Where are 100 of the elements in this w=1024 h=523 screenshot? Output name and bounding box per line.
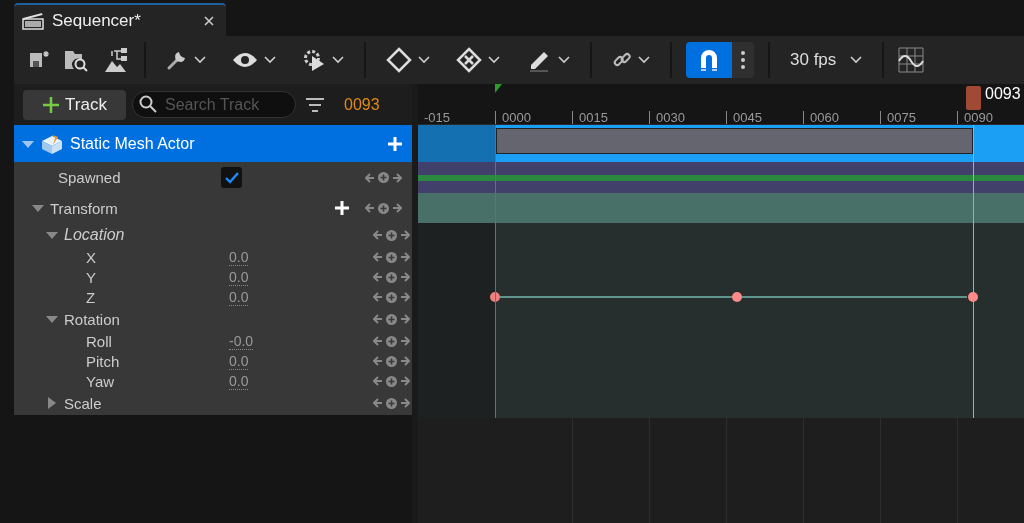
- diamond-icon: [386, 47, 412, 73]
- add-key-icon[interactable]: [386, 313, 397, 325]
- snap-toggle[interactable]: [686, 42, 732, 78]
- close-icon: [204, 15, 214, 26]
- next-key-icon[interactable]: [392, 203, 402, 213]
- add-key-icon[interactable]: [378, 202, 389, 214]
- next-key-icon[interactable]: [400, 376, 410, 386]
- add-key-icon[interactable]: [386, 355, 397, 367]
- value-field[interactable]: 0.0: [229, 372, 249, 390]
- previous-key-icon[interactable]: [373, 376, 383, 386]
- next-key-icon[interactable]: [400, 314, 410, 324]
- next-key-icon[interactable]: [400, 356, 410, 366]
- wrench-icon: [166, 49, 188, 71]
- caret-icon: [194, 56, 206, 64]
- next-key-icon[interactable]: [400, 272, 410, 282]
- previous-key-icon[interactable]: [373, 314, 383, 324]
- add-key-icon[interactable]: [386, 375, 397, 387]
- track-label: Z: [86, 288, 96, 306]
- add-key-icon[interactable]: [378, 172, 389, 183]
- add-key-icon[interactable]: [386, 229, 397, 241]
- collapse-arrow-icon[interactable]: [46, 313, 58, 325]
- folder-search-icon[interactable]: [64, 48, 90, 72]
- track-row[interactable]: Roll -0.0: [14, 331, 412, 351]
- previous-key-icon[interactable]: [373, 398, 383, 408]
- expand-arrow-icon[interactable]: [46, 397, 58, 409]
- track-row[interactable]: Transform: [14, 193, 412, 223]
- caret-icon: [558, 56, 570, 64]
- track-label: Scale: [64, 394, 102, 412]
- track-row[interactable]: Pitch 0.0: [14, 351, 412, 371]
- add-track-button[interactable]: Track: [23, 89, 126, 120]
- track-row[interactable]: Spawned: [14, 162, 412, 193]
- next-key-icon[interactable]: [400, 230, 410, 240]
- track-label: Yaw: [86, 372, 115, 390]
- previous-key-icon[interactable]: [373, 292, 383, 302]
- search-field[interactable]: Search Track: [132, 91, 296, 118]
- caret-icon: [332, 56, 344, 64]
- track-row[interactable]: Rotation: [14, 307, 412, 331]
- gear-play-icon: [302, 48, 326, 72]
- sequencer-tab[interactable]: Sequencer*: [14, 3, 226, 36]
- ruler-label: 0060: [803, 111, 839, 124]
- add-icon[interactable]: [335, 201, 349, 215]
- next-key-icon[interactable]: [400, 252, 410, 262]
- previous-key-icon[interactable]: [373, 272, 383, 282]
- section-bar[interactable]: [496, 128, 973, 154]
- track-label: Static Mesh Actor: [70, 134, 195, 153]
- value-field[interactable]: 0.0: [229, 248, 249, 266]
- previous-key-icon[interactable]: [365, 203, 375, 213]
- value-field[interactable]: 0.0: [229, 288, 249, 306]
- track-row[interactable]: Y 0.0: [14, 267, 412, 287]
- value-field[interactable]: 0.0: [229, 352, 249, 370]
- magnet-icon: [698, 48, 720, 72]
- previous-key-icon[interactable]: [373, 336, 383, 346]
- previous-key-icon[interactable]: [373, 252, 383, 262]
- tab-title: Sequencer*: [52, 10, 142, 31]
- search-icon: [139, 95, 157, 113]
- ruler-label: -015: [423, 111, 451, 124]
- collapse-arrow-icon[interactable]: [46, 229, 58, 241]
- eye-icon: [232, 51, 258, 69]
- previous-key-icon[interactable]: [373, 230, 383, 240]
- ruler-label: 0075: [880, 111, 916, 124]
- track-row[interactable]: X 0.0: [14, 247, 412, 267]
- previous-key-icon[interactable]: [373, 356, 383, 366]
- next-key-icon[interactable]: [392, 172, 402, 183]
- next-key-icon[interactable]: [400, 292, 410, 302]
- track-label: Pitch: [86, 352, 120, 370]
- more-options-icon: [741, 51, 745, 69]
- track-label: Location: [64, 226, 125, 244]
- value-field[interactable]: 0.0: [229, 268, 249, 286]
- more-options-button[interactable]: [732, 42, 754, 78]
- ruler-label: 0015: [572, 111, 608, 124]
- hierarchy-icon[interactable]: [104, 47, 130, 73]
- next-key-icon[interactable]: [400, 398, 410, 408]
- collapse-arrow-icon[interactable]: [32, 202, 44, 214]
- next-key-icon[interactable]: [400, 336, 410, 346]
- filter-icon[interactable]: [306, 97, 324, 112]
- value-field[interactable]: -0.0: [229, 332, 254, 350]
- add-key-icon[interactable]: [386, 251, 397, 263]
- caret-icon: [488, 56, 500, 64]
- checkbox[interactable]: [221, 167, 242, 188]
- add-key-icon[interactable]: [386, 397, 397, 409]
- curve-grid-icon[interactable]: [898, 47, 925, 73]
- track-lane[interactable]: [418, 193, 1024, 223]
- current-frame: 0093: [344, 95, 380, 114]
- track-row[interactable]: Static Mesh Actor: [14, 125, 412, 162]
- track-row[interactable]: Z 0.0: [14, 287, 412, 307]
- time-ruler[interactable]: -015 0000 0015 0030 0045 0060 0075 0090 0093: [418, 84, 1024, 125]
- frame-rate-dropdown[interactable]: 30 fps: [784, 49, 869, 71]
- add-key-icon[interactable]: [386, 335, 397, 347]
- playhead-handle[interactable]: [966, 86, 981, 110]
- previous-key-icon[interactable]: [365, 172, 375, 183]
- add-key-icon[interactable]: [386, 291, 397, 303]
- track-row[interactable]: Yaw 0.0: [14, 371, 412, 391]
- track-label: Transform: [50, 199, 118, 217]
- ruler-label: 0000: [495, 111, 531, 124]
- track-row[interactable]: Scale: [14, 391, 412, 415]
- track-label: Roll: [86, 332, 112, 350]
- add-key-icon[interactable]: [386, 271, 397, 283]
- track-row[interactable]: Location: [14, 223, 412, 247]
- track-lane[interactable]: [418, 125, 1024, 162]
- track-lane[interactable]: [418, 162, 1024, 193]
